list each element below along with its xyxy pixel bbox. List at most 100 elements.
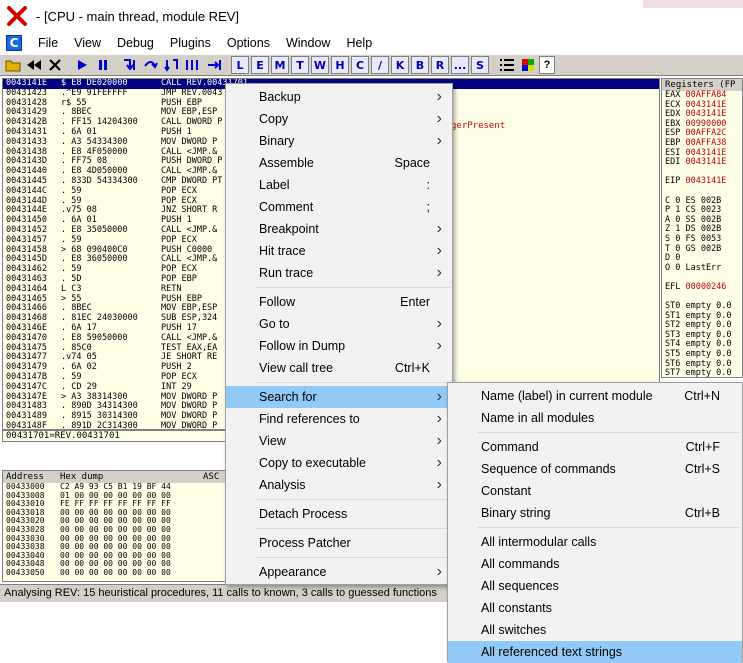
menu-file[interactable]: File xyxy=(30,36,66,50)
status-bar: Analysing REV: 15 heuristical procedures… xyxy=(0,584,447,602)
menu-item-all-intermodular-calls[interactable]: All intermodular calls xyxy=(448,531,742,553)
menu-item-label: Detach Process xyxy=(259,507,348,521)
menu-item-assemble[interactable]: Assemble Space xyxy=(226,152,452,174)
menu-item-search-for[interactable]: Search for › xyxy=(226,386,452,408)
source-button[interactable]: S xyxy=(471,56,489,74)
menu-help[interactable]: Help xyxy=(338,36,380,50)
menu-item-all-constants[interactable]: All constants xyxy=(448,597,742,619)
menu-item-name-label-in-current-module[interactable]: Name (label) in current module Ctrl+N xyxy=(448,385,742,407)
cpu-button[interactable]: C xyxy=(351,56,369,74)
register-name: ECX xyxy=(665,99,681,110)
pause-icon[interactable] xyxy=(93,56,113,74)
menu-item-process-patcher[interactable]: Process Patcher xyxy=(226,532,452,554)
menu-item-hit-trace[interactable]: Hit trace › xyxy=(226,240,452,262)
chevron-right-icon: › xyxy=(436,388,442,405)
menu-item-copy-to-executable[interactable]: Copy to executable › xyxy=(226,452,452,474)
cpu-window-icon[interactable]: C xyxy=(6,35,22,51)
menu-item-label: All switches xyxy=(481,623,547,637)
menu-item-label: Name (label) in current module xyxy=(481,389,653,403)
title-edge xyxy=(643,0,743,8)
register-row[interactable]: O 0 LastErr xyxy=(662,263,742,274)
register-name: EFL xyxy=(665,281,681,292)
menu-item-copy[interactable]: Copy › xyxy=(226,108,452,130)
register-value: 0043141E xyxy=(685,147,727,158)
execute-till-return-icon[interactable] xyxy=(204,56,224,74)
menu-item-label: Label xyxy=(259,178,290,192)
menu-item-all-switches[interactable]: All switches xyxy=(448,619,742,641)
menu-item-label: Go to xyxy=(259,317,290,331)
executables-button[interactable]: E xyxy=(251,56,269,74)
chevron-right-icon: › xyxy=(436,220,442,237)
menu-item-sequence-of-commands[interactable]: Sequence of commands Ctrl+S xyxy=(448,458,742,480)
register-name: ST7 empty 0.0 xyxy=(665,368,732,378)
open-folder-icon[interactable] xyxy=(3,56,23,74)
menu-item-breakpoint[interactable]: Breakpoint › xyxy=(226,218,452,240)
menu-view[interactable]: View xyxy=(66,36,109,50)
menu-item-comment[interactable]: Comment; xyxy=(226,196,452,218)
disasm-comment: gerPresent xyxy=(451,121,506,131)
menu-item-detach-process[interactable]: Detach Process xyxy=(226,503,452,525)
call-stack-button[interactable]: K xyxy=(391,56,409,74)
menu-item-command[interactable]: Command Ctrl+F xyxy=(448,436,742,458)
register-name: EAX xyxy=(665,90,681,100)
register-row[interactable]: ST7 empty 0.0 xyxy=(662,368,742,378)
threads-button[interactable]: T xyxy=(291,56,309,74)
menu-item-all-sequences[interactable]: All sequences xyxy=(448,575,742,597)
register-name: ST6 empty 0.0 xyxy=(665,358,732,369)
menu-item-constant[interactable]: Constant xyxy=(448,480,742,502)
menu-item-label: Copy xyxy=(259,112,289,126)
menu-plugins[interactable]: Plugins xyxy=(162,36,219,50)
menu-window[interactable]: Window xyxy=(278,36,338,50)
menu-item-find-references-to[interactable]: Find references to › xyxy=(226,408,452,430)
menu-item-label[interactable]: Label: xyxy=(226,174,452,196)
chevron-right-icon: › xyxy=(436,410,442,427)
menu-item-follow-in-dump[interactable]: Follow in Dump › xyxy=(226,335,452,357)
menu-item-view-call-tree[interactable]: View call tree Ctrl+K xyxy=(226,357,452,379)
step-over-icon[interactable] xyxy=(141,56,161,74)
menu-item-analysis[interactable]: Analysis › xyxy=(226,474,452,496)
close-icon[interactable] xyxy=(45,56,65,74)
colors-icon[interactable] xyxy=(518,56,538,74)
breakpoints-button[interactable]: B xyxy=(411,56,429,74)
menu-item-label: Follow xyxy=(259,295,296,309)
trace-into-icon[interactable] xyxy=(162,56,182,74)
log-window-button[interactable]: L xyxy=(231,56,249,74)
list-icon[interactable] xyxy=(497,56,517,74)
help-icon[interactable]: ? xyxy=(539,56,555,74)
references-button[interactable]: R xyxy=(431,56,449,74)
menu-item-label: Sequence of commands xyxy=(481,462,616,476)
run-trace-button[interactable]: ... xyxy=(451,56,469,74)
menu-item-view[interactable]: View › xyxy=(226,430,452,452)
windows-button[interactable]: W xyxy=(311,56,329,74)
context-menu: Backup › Copy › Binary › Assemble Space Label: Co… xyxy=(225,83,453,585)
patches-button[interactable]: / xyxy=(371,56,389,74)
run-icon[interactable] xyxy=(72,56,92,74)
menu-debug[interactable]: Debug xyxy=(109,36,162,50)
memory-map-button[interactable]: M xyxy=(271,56,289,74)
menu-item-all-commands[interactable]: All commands xyxy=(448,553,742,575)
handles-button[interactable]: H xyxy=(331,56,349,74)
menu-item-binary[interactable]: Binary › xyxy=(226,130,452,152)
menu-item-appearance[interactable]: Appearance › xyxy=(226,561,452,583)
step-into-icon[interactable] xyxy=(120,56,140,74)
trace-over-icon[interactable] xyxy=(183,56,203,74)
register-name: ST3 empty 0.0 xyxy=(665,329,732,340)
restart-icon[interactable] xyxy=(24,56,44,74)
menu-item-shortcut: Ctrl+K xyxy=(394,361,430,375)
menu-item-run-trace[interactable]: Run trace › xyxy=(226,262,452,284)
menu-item-shortcut: Ctrl+N xyxy=(684,389,720,403)
menu-options[interactable]: Options xyxy=(219,36,278,50)
register-row[interactable]: EDI 0043141E xyxy=(662,157,742,168)
menu-item-all-referenced-text-strings[interactable]: All referenced text strings xyxy=(448,641,742,663)
chevron-right-icon: › xyxy=(436,315,442,332)
toolbar: L E M T W H C / K B R ... S ? xyxy=(0,54,743,76)
menu-item-go-to[interactable]: Go to › xyxy=(226,313,452,335)
menu-item-follow[interactable]: Follow Enter xyxy=(226,291,452,313)
register-row[interactable]: EFL 00000246 xyxy=(662,281,742,293)
registers-pane[interactable]: Registers (FP EAX 00AFFA84 ECX 0043141E ED… xyxy=(661,78,743,378)
menu-item-name-in-all-modules[interactable]: Name in all modules xyxy=(448,407,742,429)
menu-item-binary-string[interactable]: Binary string Ctrl+B xyxy=(448,502,742,524)
register-row[interactable]: EIP 0043141E xyxy=(662,177,742,187)
menu-item-backup[interactable]: Backup › xyxy=(226,86,452,108)
register-name: ESI xyxy=(665,147,681,158)
